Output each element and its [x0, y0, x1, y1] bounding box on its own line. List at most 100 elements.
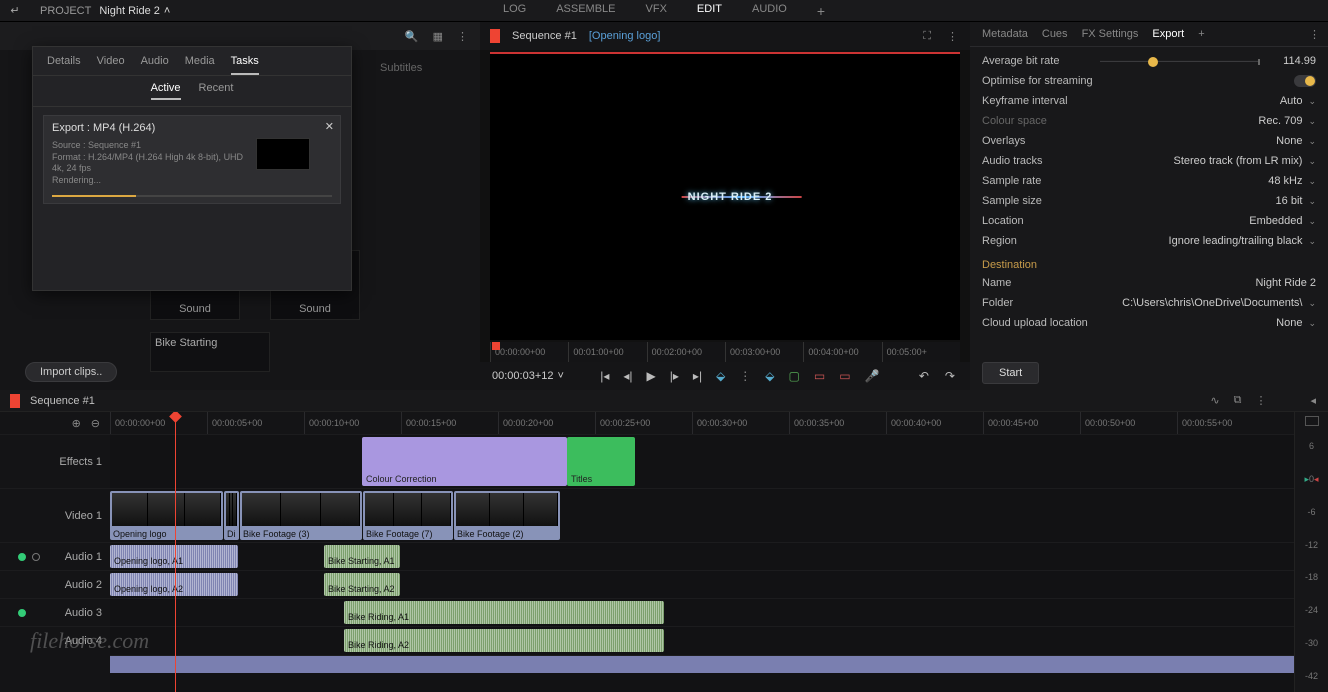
export-row-sample-size[interactable]: Sample size16 bit ⌄	[982, 191, 1316, 211]
redo-button[interactable]: ↷	[942, 369, 958, 383]
top-tab-vfx[interactable]: VFX	[646, 0, 667, 23]
search-icon[interactable]: 🔍	[403, 30, 421, 43]
back-button[interactable]: ↵	[0, 4, 30, 17]
range-button-2[interactable]: ▭	[836, 369, 853, 383]
import-clips-button[interactable]: Import clips..	[25, 362, 117, 382]
waveform-icon[interactable]: ∿	[1208, 394, 1221, 407]
export-row-keyframe-interval[interactable]: Keyframe intervalAuto ⌄	[982, 91, 1316, 111]
top-tab-audio[interactable]: AUDIO	[752, 0, 787, 23]
voiceover-icon[interactable]: 🎤	[862, 369, 883, 383]
more-icon[interactable]: ⋮	[455, 30, 470, 43]
marker-button[interactable]: ▢	[786, 369, 803, 383]
popup-tab-details[interactable]: Details	[47, 55, 81, 75]
duplicate-icon[interactable]: ⧉	[1232, 394, 1244, 407]
popup-tab-tasks[interactable]: Tasks	[231, 55, 259, 75]
zoom-out-icon[interactable]: ⊖	[89, 417, 102, 430]
audio-clip[interactable]: Opening logo, A1	[110, 545, 238, 568]
timeline-sequence-name[interactable]: Sequence #1	[30, 395, 95, 407]
panel-more-icon[interactable]: ⋮	[1309, 28, 1320, 41]
track-enable-icon-2[interactable]	[18, 609, 26, 617]
bitrate-value[interactable]: 114.99	[1268, 55, 1316, 67]
timeline-bookmark-icon[interactable]	[10, 394, 20, 408]
export-task-card[interactable]: ✕ Export : MP4 (H.264) Source : Sequence…	[43, 115, 341, 204]
fx-clip[interactable]: Titles	[567, 437, 635, 486]
bitrate-slider[interactable]	[1100, 60, 1260, 62]
bike-starting-clip[interactable]: Bike Starting	[150, 332, 270, 372]
rp-tab-metadata[interactable]: Metadata	[982, 28, 1028, 40]
export-row-location[interactable]: LocationEmbedded ⌄	[982, 211, 1316, 231]
dest-row-name[interactable]: NameNight Ride 2	[982, 273, 1316, 293]
viewer-ruler[interactable]: 00:00:00+0000:01:00+0000:02:00+0000:03:0…	[490, 342, 960, 362]
timeline-ruler[interactable]: 00:00:00+0000:00:05+0000:00:10+0000:00:1…	[110, 412, 1328, 434]
project-name-dropdown[interactable]: Night Ride 2 ˄	[99, 5, 170, 17]
export-row-optimise-for-streaming[interactable]: Optimise for streaming	[982, 71, 1316, 91]
rp-tab-export[interactable]: Export	[1152, 28, 1184, 40]
top-tab-edit[interactable]: EDIT	[697, 0, 722, 23]
close-icon[interactable]: ✕	[325, 120, 334, 133]
export-row-audio-tracks[interactable]: Audio tracksStereo track (from LR mix) ⌄	[982, 151, 1316, 171]
video-clip[interactable]: Bike Footage (2)	[454, 491, 560, 540]
viewer-clip-name[interactable]: [Opening logo]	[589, 30, 661, 42]
video-clip[interactable]: Bike Footage (7)	[363, 491, 453, 540]
export-start-button[interactable]: Start	[982, 362, 1039, 384]
add-tab-button[interactable]: +	[817, 0, 825, 23]
fx-clip[interactable]: Colour Correction	[362, 437, 567, 486]
undo-button[interactable]: ↶	[916, 369, 932, 383]
popup-subtab-active[interactable]: Active	[151, 82, 181, 100]
video-clip[interactable]: Di	[224, 491, 239, 540]
top-tab-log[interactable]: LOG	[503, 0, 526, 23]
fullscreen-icon[interactable]: ⛶	[921, 30, 933, 43]
audio-clip[interactable]: Bike Starting, A1	[324, 545, 400, 568]
collapse-right-icon[interactable]: ◂	[1308, 394, 1318, 407]
step-forward-button[interactable]: |▸	[667, 369, 682, 383]
mark-in-button[interactable]: ⬙	[713, 369, 728, 383]
timeline-more-icon[interactable]: ⋮	[1253, 394, 1268, 407]
track-label-audio3[interactable]: Audio 3	[0, 598, 110, 626]
track-solo-icon[interactable]	[32, 553, 40, 561]
export-row-colour-space[interactable]: Colour spaceRec. 709 ⌄	[982, 111, 1316, 131]
bookmark-flag-icon[interactable]	[490, 29, 500, 43]
rp-tab-cues[interactable]: Cues	[1042, 28, 1068, 40]
goto-end-button[interactable]: ▸|	[690, 369, 705, 383]
track-label-effects[interactable]: Effects 1	[0, 434, 110, 488]
popup-tab-video[interactable]: Video	[97, 55, 125, 75]
timeline-playhead[interactable]	[175, 412, 176, 692]
subtitles-tab-hidden[interactable]: Subtitles	[380, 62, 422, 74]
track-label-video[interactable]: Video 1	[0, 488, 110, 542]
export-row-sample-rate[interactable]: Sample rate48 kHz ⌄	[982, 171, 1316, 191]
export-row-region[interactable]: RegionIgnore leading/trailing black ⌄	[982, 231, 1316, 251]
top-tab-assemble[interactable]: ASSEMBLE	[556, 0, 615, 23]
video-clip[interactable]: Bike Footage (3)	[240, 491, 362, 540]
dest-row-cloud-upload-location[interactable]: Cloud upload locationNone ⌄	[982, 313, 1316, 333]
grid-view-icon[interactable]: ▦	[431, 30, 445, 43]
viewer-more-icon[interactable]: ⋮	[945, 30, 960, 43]
popup-tab-audio[interactable]: Audio	[141, 55, 169, 75]
meter-toggle-button[interactable]	[1305, 416, 1319, 426]
viewer-canvas[interactable]: NIGHT RIDE 2	[490, 52, 960, 340]
export-row-overlays[interactable]: OverlaysNone ⌄	[982, 131, 1316, 151]
rp-tab-fx-settings[interactable]: FX Settings	[1082, 28, 1139, 40]
goto-start-button[interactable]: |◂	[597, 369, 612, 383]
range-button-1[interactable]: ▭	[811, 369, 828, 383]
viewer-playhead-icon[interactable]	[492, 342, 500, 350]
track-label-audio1[interactable]: Audio 1	[0, 542, 110, 570]
video-clip[interactable]: Opening logo	[110, 491, 223, 540]
dest-row-folder[interactable]: FolderC:\Users\chris\OneDrive\Documents\…	[982, 293, 1316, 313]
audio-clip[interactable]: Bike Riding, A2	[344, 629, 664, 652]
add-panel-tab-button[interactable]: +	[1198, 28, 1204, 40]
viewer-timecode[interactable]: 00:00:03+12˅	[492, 370, 564, 382]
track-enable-icon[interactable]	[18, 553, 26, 561]
toggle-optimise-for-streaming[interactable]	[1294, 75, 1316, 87]
mark-out-button[interactable]: ⬙	[762, 369, 777, 383]
popup-tab-media[interactable]: Media	[185, 55, 215, 75]
zoom-in-icon[interactable]: ⊕	[70, 417, 83, 430]
popup-subtab-recent[interactable]: Recent	[199, 82, 234, 100]
play-button[interactable]: ▶	[644, 369, 659, 383]
viewer-sequence-name[interactable]: Sequence #1	[512, 30, 577, 42]
master-audio-clip[interactable]	[110, 655, 1328, 673]
step-back-button[interactable]: ◂|	[620, 369, 635, 383]
audio-clip[interactable]: Opening logo, A2	[110, 573, 238, 596]
track-label-audio2[interactable]: Audio 2	[0, 570, 110, 598]
bitrate-slider-thumb[interactable]	[1148, 57, 1158, 67]
audio-clip[interactable]: Bike Starting, A2	[324, 573, 400, 596]
